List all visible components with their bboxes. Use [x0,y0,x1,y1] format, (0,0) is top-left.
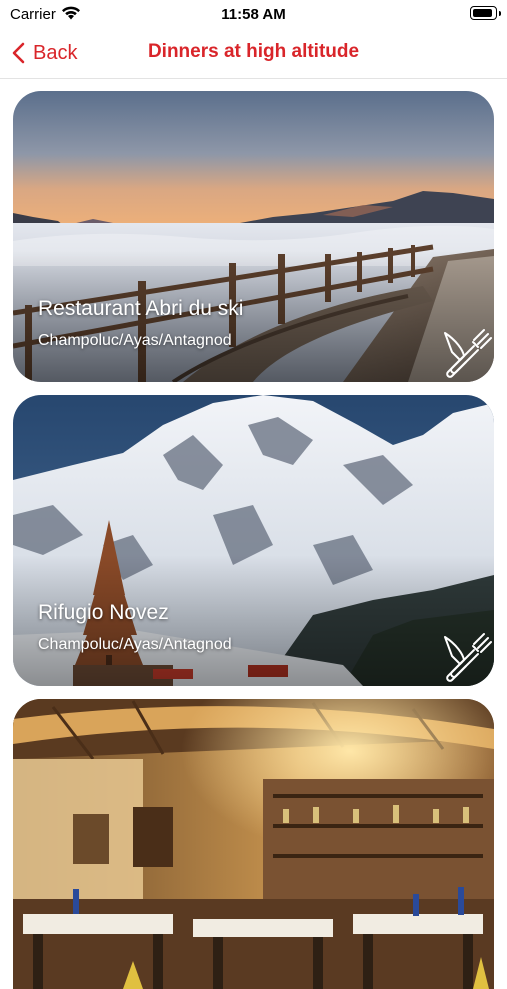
card-info: Restaurant Abri du ski Champoluc/Ayas/An… [38,297,243,350]
card-info: Rifugio Novez Champoluc/Ayas/Antagnod [38,601,232,654]
status-time: 11:58 AM [221,6,286,23]
restaurant-location: Champoluc/Ayas/Antagnod [38,636,232,653]
restaurant-card[interactable] [13,699,494,989]
restaurant-card[interactable]: Rifugio Novez Champoluc/Ayas/Antagnod [13,395,494,686]
restaurant-location: Champoluc/Ayas/Antagnod [38,332,232,349]
navigation-bar: Back Dinners at high altitude [0,28,507,79]
status-bar: Carrier 11:58 AM [0,0,507,28]
restaurant-photo [13,699,494,989]
page-title: Dinners at high altitude [147,41,360,62]
restaurant-card[interactable]: Restaurant Abri du ski Champoluc/Ayas/An… [13,91,494,382]
battery-icon [470,6,501,20]
restaurant-name: Restaurant Abri du ski [38,297,244,320]
cutlery-icon [444,329,492,378]
restaurant-name: Rifugio Novez [38,601,169,624]
cutlery-icon [444,633,492,682]
